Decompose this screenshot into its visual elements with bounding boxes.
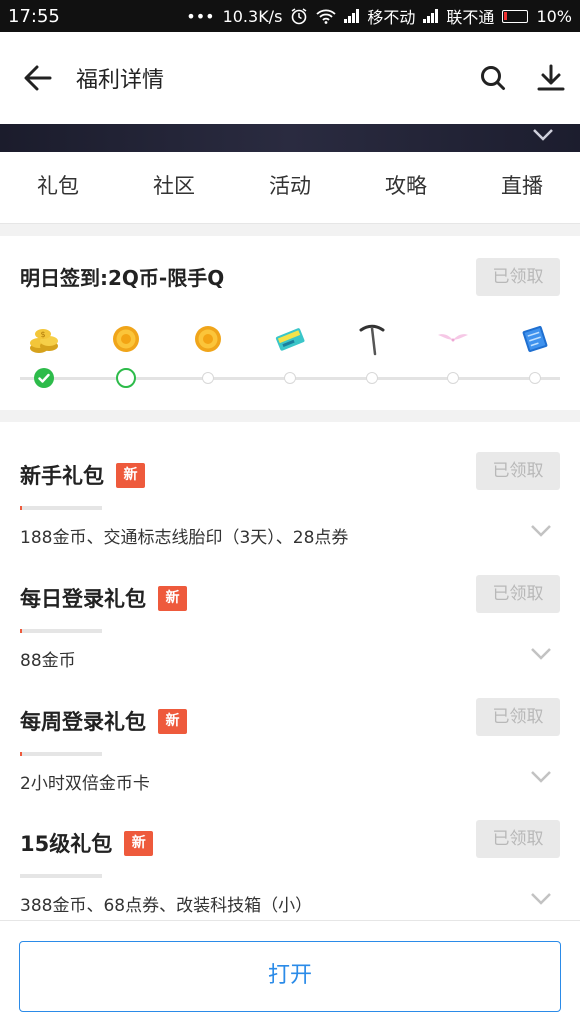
network-speed: 10.3K/s (222, 6, 283, 26)
day-6-dot (447, 372, 459, 384)
divider (0, 410, 580, 422)
page-title: 福利详情 (76, 68, 165, 93)
search-button[interactable] (464, 32, 522, 124)
gift-claimed-button[interactable]: 已领取 (476, 820, 560, 858)
tab-community[interactable]: 社区 (116, 152, 232, 223)
svg-text:$: $ (40, 330, 45, 339)
download-icon (537, 64, 565, 91)
gift-description: 88金币 (20, 651, 76, 671)
gift-progress-fill (20, 752, 23, 756)
tab-bar: 礼包 社区 活动 攻略 直播 (0, 152, 580, 224)
gift-progress-bar (20, 874, 102, 878)
app-header: 福利详情 (0, 32, 580, 124)
gift-item[interactable]: 每周登录礼包新 已领取 2小时双倍金币卡 (0, 678, 580, 800)
divider (0, 224, 580, 236)
gift-name: 新手礼包 (20, 464, 104, 488)
chevron-down-icon[interactable] (530, 524, 552, 538)
gift-claimed-button[interactable]: 已领取 (476, 698, 560, 736)
gold-coin-icon (191, 322, 225, 356)
download-button[interactable] (522, 32, 580, 124)
blue-box-icon (518, 322, 552, 356)
gold-coin-icon (109, 322, 143, 356)
gift-name: 每日登录礼包 (20, 587, 146, 611)
chevron-down-icon[interactable] (532, 128, 554, 142)
gift-item[interactable]: 每日登录礼包新 已领取 88金币 (0, 555, 580, 677)
check-icon (38, 373, 50, 383)
gift-item[interactable]: 新手礼包新 已领取 188金币、交通标志线胎印（3天）、28点券 (0, 432, 580, 554)
chevron-down-icon[interactable] (530, 892, 552, 906)
gift-name: 15级礼包 (20, 832, 113, 856)
signin-claimed-button[interactable]: 已领取 (476, 258, 560, 296)
day-3-dot (202, 372, 214, 384)
battery-icon (502, 9, 529, 23)
gold-coins-icon: $ (27, 322, 61, 356)
gift-name: 每周登录礼包 (20, 710, 146, 734)
gift-description: 2小时双倍金币卡 (20, 774, 150, 794)
new-badge: 新 (158, 708, 187, 734)
gift-progress-fill (20, 629, 23, 633)
game-banner (0, 124, 580, 152)
bottom-bar: 打开 (0, 920, 580, 1031)
day-1-done-dot (34, 368, 54, 388)
tab-guides[interactable]: 攻略 (348, 152, 464, 223)
wifi-icon (316, 9, 337, 24)
signin-panel: 明日签到:2Q币-限手Q 已领取 $ (0, 236, 580, 410)
gift-progress-bar (20, 506, 102, 510)
chevron-down-icon[interactable] (530, 647, 552, 661)
gift-progress-bar (20, 629, 102, 633)
signin-title: 明日签到:2Q币-限手Q (20, 266, 225, 290)
day-7-dot (529, 372, 541, 384)
open-button[interactable]: 打开 (19, 941, 561, 1012)
ticket-card-icon (273, 322, 307, 356)
tab-live[interactable]: 直播 (464, 152, 580, 223)
notification-dots: ••• (186, 6, 215, 26)
gift-description: 188金币、交通标志线胎印（3天）、28点券 (20, 528, 349, 548)
pink-wings-icon (436, 322, 470, 356)
gift-claimed-button[interactable]: 已领取 (476, 452, 560, 490)
gift-item[interactable]: 15级礼包新 已领取 388金币、68点券、改装科技箱（小） (0, 800, 580, 922)
day-2-current-dot (116, 368, 136, 388)
alarm-icon (291, 8, 307, 25)
day-4-dot (284, 372, 296, 384)
gift-progress-fill (20, 506, 23, 510)
arrow-left-icon (24, 65, 52, 91)
day-5-dot (366, 372, 378, 384)
gift-progress-bar (20, 752, 102, 756)
back-button[interactable] (0, 32, 76, 124)
chevron-down-icon[interactable] (530, 770, 552, 784)
carrier-2: 联不通 (446, 8, 495, 27)
search-icon (481, 66, 505, 90)
new-badge: 新 (116, 462, 145, 488)
tab-events[interactable]: 活动 (232, 152, 348, 223)
status-time: 17:55 (8, 5, 60, 27)
battery-level: 10% (536, 6, 572, 26)
carrier-1: 移不动 (367, 8, 416, 27)
pickaxe-icon (355, 322, 389, 356)
gift-description: 388金币、68点券、改装科技箱（小） (20, 896, 313, 916)
signal-icon (423, 9, 439, 23)
gift-claimed-button[interactable]: 已领取 (476, 575, 560, 613)
tab-gifts[interactable]: 礼包 (0, 152, 116, 223)
new-badge: 新 (158, 585, 187, 611)
signal-icon (344, 9, 360, 23)
status-bar: 17:55 ••• 10.3K/s 移不动 联不通 10% (0, 0, 580, 32)
new-badge: 新 (124, 830, 154, 856)
